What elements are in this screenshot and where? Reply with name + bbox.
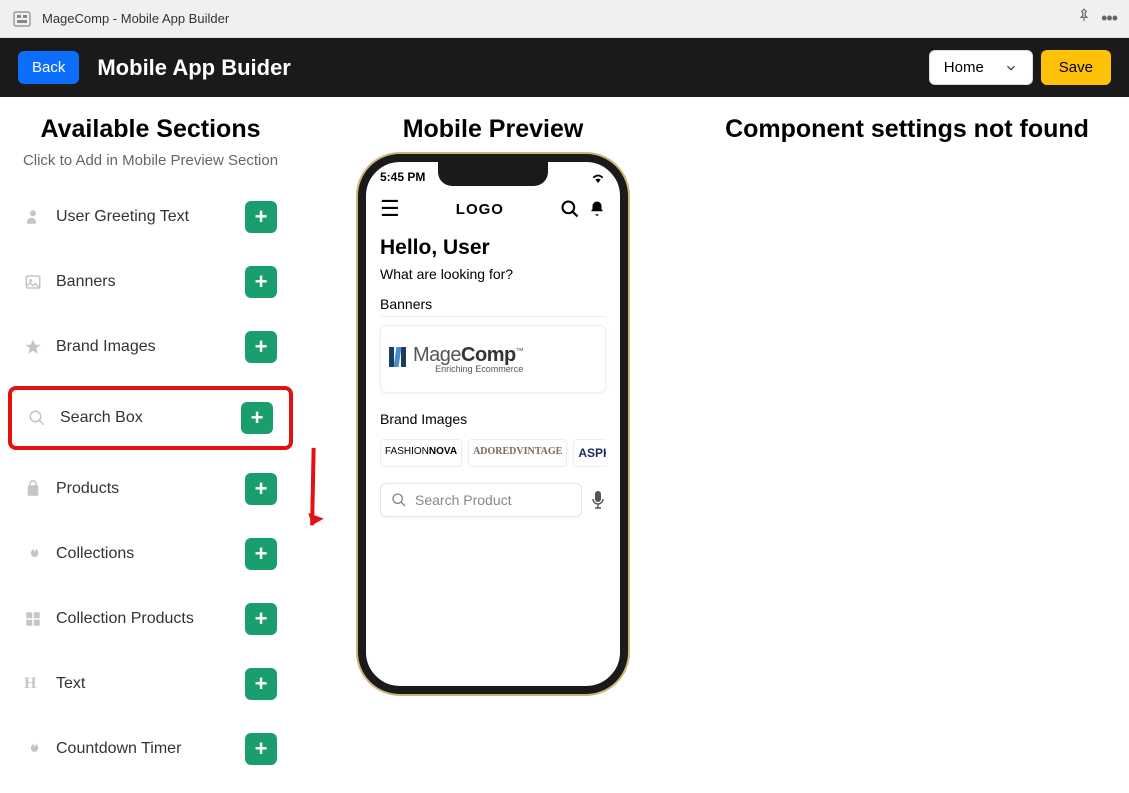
mobile-preview-panel: Mobile Preview 5:45 PM ☰ LOGO Hello, Use… bbox=[323, 115, 663, 775]
search-placeholder: Search Product bbox=[415, 492, 512, 508]
toolbar-right: Home Save bbox=[929, 50, 1111, 85]
section-label: Collection Products bbox=[56, 610, 194, 628]
settings-not-found: Component settings not found bbox=[693, 115, 1121, 144]
search-icon bbox=[28, 409, 46, 427]
section-item-left: Brand Images bbox=[24, 338, 156, 356]
bag-icon bbox=[24, 480, 42, 498]
hamburger-icon[interactable]: ☰ bbox=[380, 196, 400, 222]
toolbar-left: Back Mobile App Buider bbox=[18, 51, 291, 84]
flame-icon bbox=[24, 545, 42, 563]
section-item-search-box[interactable]: Search Box + bbox=[8, 386, 293, 450]
section-item-brand-images[interactable]: Brand Images + bbox=[8, 321, 293, 373]
chevron-down-icon bbox=[1004, 61, 1018, 75]
sections-list: User Greeting Text + Banners + Brand Images +… bbox=[8, 191, 293, 775]
grid-icon bbox=[24, 610, 42, 628]
brand-carousel[interactable]: FASHIONNOVA ADOREDVINTAGE ASPH bbox=[380, 439, 606, 467]
app-title: MageComp - Mobile App Builder bbox=[42, 11, 229, 26]
available-sections-title: Available Sections bbox=[8, 115, 293, 144]
section-item-text[interactable]: H Text + bbox=[8, 658, 293, 710]
add-button[interactable]: + bbox=[245, 201, 277, 233]
pin-icon[interactable] bbox=[1077, 8, 1091, 29]
image-icon bbox=[24, 273, 42, 291]
section-item-left: Countdown Timer bbox=[24, 740, 181, 758]
greeting-text: Hello, User bbox=[380, 236, 606, 260]
section-label: User Greeting Text bbox=[56, 208, 189, 226]
section-item-left: Products bbox=[24, 480, 119, 498]
available-sections-panel: Available Sections Click to Add in Mobil… bbox=[8, 115, 293, 775]
add-button[interactable]: + bbox=[245, 603, 277, 635]
mic-icon[interactable] bbox=[590, 490, 606, 510]
toolbar: Back Mobile App Buider Home Save bbox=[0, 38, 1129, 97]
section-item-user-greeting-text[interactable]: User Greeting Text + bbox=[8, 191, 293, 243]
back-button[interactable]: Back bbox=[18, 51, 79, 84]
magecomp-logo-text: MageComp™ Enriching Ecommerce bbox=[413, 344, 523, 374]
section-label: Collections bbox=[56, 545, 134, 563]
brand-item[interactable]: ADOREDVINTAGE bbox=[468, 439, 567, 467]
section-brands-label: Brand Images bbox=[380, 411, 606, 431]
flame-icon bbox=[24, 740, 42, 758]
phone-header-icons bbox=[560, 199, 606, 219]
section-item-left: User Greeting Text bbox=[24, 208, 189, 226]
page-select-label: Home bbox=[944, 59, 984, 76]
add-button[interactable]: + bbox=[245, 668, 277, 700]
person-icon bbox=[24, 208, 42, 226]
section-item-left: Collection Products bbox=[24, 610, 194, 628]
phone-app-header: ☰ LOGO bbox=[366, 188, 620, 230]
app-header-left: MageComp - Mobile App Builder bbox=[12, 9, 229, 29]
section-label: Banners bbox=[56, 273, 116, 291]
add-button[interactable]: + bbox=[245, 266, 277, 298]
phone-frame: 5:45 PM ☰ LOGO Hello, User What are look… bbox=[358, 154, 628, 694]
add-button[interactable]: + bbox=[245, 733, 277, 765]
phone-logo: LOGO bbox=[456, 201, 504, 218]
mobile-preview-title: Mobile Preview bbox=[323, 115, 663, 144]
app-header: MageComp - Mobile App Builder ••• bbox=[0, 0, 1129, 38]
section-banners-label: Banners bbox=[380, 296, 606, 317]
wifi-icon bbox=[590, 171, 606, 183]
available-sections-subtitle: Click to Add in Mobile Preview Section bbox=[8, 152, 293, 169]
search-icon[interactable] bbox=[560, 199, 580, 219]
greeting-subtext: What are looking for? bbox=[380, 266, 606, 282]
section-label: Brand Images bbox=[56, 338, 156, 356]
brand-item[interactable]: ASPH bbox=[573, 439, 606, 467]
section-item-left: Collections bbox=[24, 545, 134, 563]
section-label: Products bbox=[56, 480, 119, 498]
brand-item[interactable]: FASHIONNOVA bbox=[380, 439, 462, 467]
section-item-left: H Text bbox=[24, 675, 85, 693]
section-label: Text bbox=[56, 675, 85, 693]
section-item-collection-products[interactable]: Collection Products + bbox=[8, 593, 293, 645]
page-title: Mobile App Buider bbox=[97, 55, 291, 81]
section-item-banners[interactable]: Banners + bbox=[8, 256, 293, 308]
star-icon bbox=[24, 338, 42, 356]
app-header-right: ••• bbox=[1077, 8, 1117, 29]
search-input[interactable]: Search Product bbox=[380, 483, 582, 517]
add-button[interactable]: + bbox=[245, 331, 277, 363]
phone-search-row: Search Product bbox=[380, 483, 606, 517]
add-button[interactable]: + bbox=[245, 538, 277, 570]
section-item-collections[interactable]: Collections + bbox=[8, 528, 293, 580]
section-item-products[interactable]: Products + bbox=[8, 463, 293, 515]
section-item-left: Banners bbox=[24, 273, 116, 291]
section-item-countdown-timer[interactable]: Countdown Timer + bbox=[8, 723, 293, 775]
section-item-left: Search Box bbox=[28, 409, 143, 427]
phone-notch bbox=[438, 160, 548, 186]
app-logo-icon bbox=[12, 9, 32, 29]
banner-card[interactable]: MageComp™ Enriching Ecommerce bbox=[380, 325, 606, 393]
magecomp-logo-bars bbox=[389, 347, 407, 372]
phone-body: Hello, User What are looking for? Banner… bbox=[366, 230, 620, 523]
page-select[interactable]: Home bbox=[929, 50, 1033, 85]
add-button[interactable]: + bbox=[245, 473, 277, 505]
section-label: Countdown Timer bbox=[56, 740, 181, 758]
save-button[interactable]: Save bbox=[1041, 50, 1111, 85]
section-label: Search Box bbox=[60, 409, 143, 427]
add-button[interactable]: + bbox=[241, 402, 273, 434]
more-icon[interactable]: ••• bbox=[1101, 8, 1117, 29]
phone-time: 5:45 PM bbox=[380, 170, 425, 184]
bell-icon[interactable] bbox=[588, 200, 606, 218]
main: Available Sections Click to Add in Mobil… bbox=[0, 97, 1129, 793]
search-icon bbox=[391, 492, 407, 508]
settings-panel: Component settings not found bbox=[693, 115, 1121, 775]
H-icon: H bbox=[24, 675, 42, 693]
